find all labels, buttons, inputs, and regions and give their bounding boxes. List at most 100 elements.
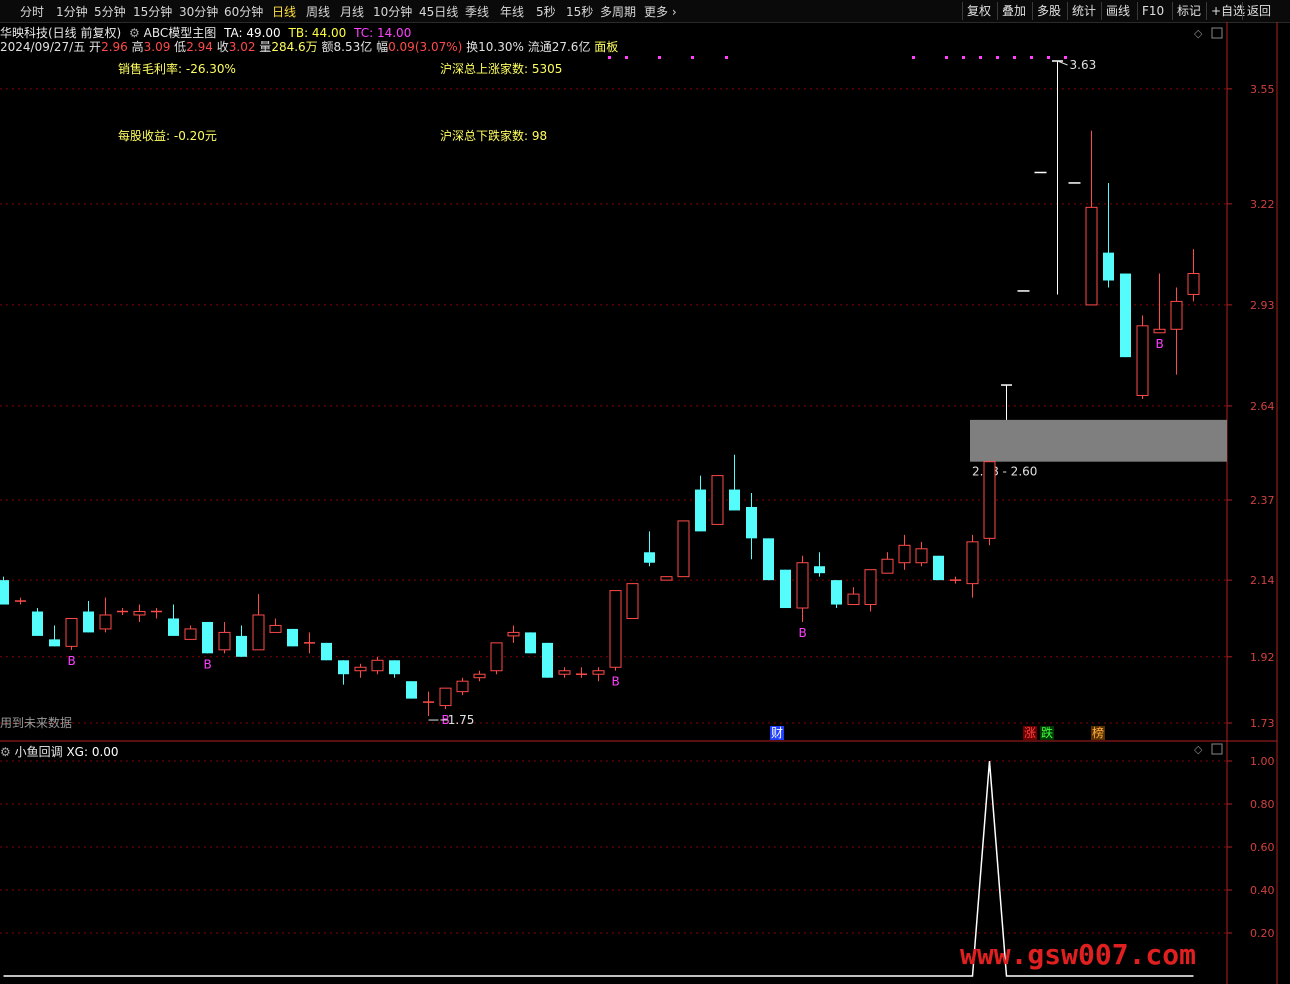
candle-0	[0, 580, 9, 605]
candle-36	[609, 590, 622, 668]
sub-name[interactable]: 小鱼回调	[15, 745, 63, 759]
candle-17	[287, 628, 298, 647]
candle-64	[1085, 206, 1098, 306]
candle-44	[746, 506, 757, 539]
candle-27	[456, 680, 469, 693]
y-tick-label-5: 2.14	[1250, 574, 1275, 587]
candle-22	[371, 659, 384, 672]
candle-31	[525, 632, 536, 654]
candle-41	[695, 489, 706, 532]
candle-66	[1120, 273, 1131, 358]
candle-28	[473, 673, 486, 679]
tc-dot-2	[658, 56, 661, 59]
y-tick-label-1: 3.22	[1250, 198, 1275, 211]
candle-68	[1153, 328, 1166, 334]
sub-settings-icon[interactable]: ⚙	[0, 745, 11, 759]
sub-tick-label-0: 1.00	[1250, 755, 1275, 768]
candle-23	[389, 660, 400, 675]
high-mark-label: 3.63	[1070, 58, 1097, 72]
candle-12	[202, 621, 213, 654]
sub-tick-label-2: 0.60	[1250, 841, 1275, 854]
candle-58	[983, 461, 996, 539]
event-badge-1: 涨	[1024, 725, 1036, 740]
sub-value: XG: 0.00	[66, 745, 119, 759]
candle-54	[915, 548, 928, 564]
tc-dot-10	[1013, 56, 1016, 59]
candle-43	[729, 489, 740, 511]
future-data-note: 用到未来数据	[0, 716, 73, 730]
tc-dot-3	[691, 56, 694, 59]
price-chart[interactable]: 3.55 3.22 2.93 2.64 2.37 2.14 1.92 1.73 2.48 - 2…	[0, 0, 1290, 984]
candle-35	[592, 670, 605, 675]
candle-45	[763, 538, 774, 581]
candle-53	[898, 544, 911, 564]
candle-52	[881, 558, 894, 574]
buy-signal-1: B	[204, 657, 212, 671]
tc-dot-0	[608, 56, 611, 59]
candle-15	[252, 614, 265, 651]
candle-42	[711, 475, 724, 525]
event-badge-0: 财	[771, 726, 783, 740]
candle-14	[236, 635, 247, 657]
candle-70	[1187, 273, 1200, 295]
candle-5	[83, 611, 94, 633]
candle-29	[490, 642, 503, 672]
tc-dot-9	[996, 56, 999, 59]
buy-signal-3: B	[612, 675, 620, 689]
candle-20	[338, 660, 349, 675]
zone-label: 2.48 - 2.60	[972, 465, 1037, 479]
diamond-icon: ◇	[1194, 27, 1203, 40]
candle-39	[660, 576, 673, 581]
event-badge-3: 榜	[1092, 725, 1104, 740]
candle-38	[644, 552, 655, 563]
candle-40	[677, 520, 690, 578]
y-tick-label-2: 2.93	[1250, 299, 1275, 312]
candle-51	[864, 569, 877, 606]
candle-10	[168, 618, 179, 636]
sub-diamond-icon: ◇	[1194, 743, 1203, 756]
event-badge-2: 跌	[1041, 725, 1053, 740]
sub-tick-label-4: 0.20	[1250, 927, 1275, 940]
tc-dot-4	[725, 56, 728, 59]
buy-signal-5: B	[1156, 337, 1164, 351]
candle-33	[558, 670, 571, 675]
tc-dot-6	[945, 56, 948, 59]
window-icon	[1211, 27, 1223, 39]
candle-16	[269, 624, 282, 633]
sub-indicator-title: ⚙ 小鱼回调 XG: 0.00	[0, 743, 119, 760]
tc-dot-11	[1030, 56, 1033, 59]
sub-tick-label-3: 0.40	[1250, 884, 1275, 897]
price-zone	[970, 419, 1227, 462]
sub-window-icon	[1211, 743, 1223, 755]
candle-21	[354, 666, 367, 672]
candle-47	[796, 562, 809, 609]
y-tick-label-4: 2.37	[1250, 494, 1275, 507]
candle-3	[49, 639, 60, 647]
tc-dot-8	[979, 56, 982, 59]
candle-37	[626, 583, 639, 619]
tc-dot-7	[962, 56, 965, 59]
candle-48	[814, 566, 825, 574]
tc-dot-5	[912, 56, 915, 59]
candle-13	[218, 631, 231, 651]
candle-67	[1136, 325, 1149, 396]
candle-8	[133, 611, 146, 616]
y-tick-label-7: 1.73	[1250, 717, 1275, 730]
watermark-text: www.gsw007.com	[960, 938, 1197, 971]
low-mark-label: ─1.75	[440, 713, 475, 727]
candle-4	[65, 617, 78, 647]
candle-49	[831, 580, 842, 605]
candle-2	[32, 611, 43, 636]
candle-32	[542, 642, 553, 678]
candle-69	[1170, 300, 1183, 330]
candle-6	[99, 614, 112, 630]
candle-19	[321, 642, 332, 661]
buy-signal-0: B	[68, 654, 76, 668]
candle-30	[507, 631, 520, 637]
candle-50	[847, 593, 860, 606]
buy-signal-4: B	[799, 626, 807, 640]
candle-55	[933, 555, 944, 581]
candle-11	[184, 628, 197, 640]
y-tick-label-3: 2.64	[1250, 400, 1275, 413]
y-tick-label-6: 1.92	[1250, 651, 1275, 664]
